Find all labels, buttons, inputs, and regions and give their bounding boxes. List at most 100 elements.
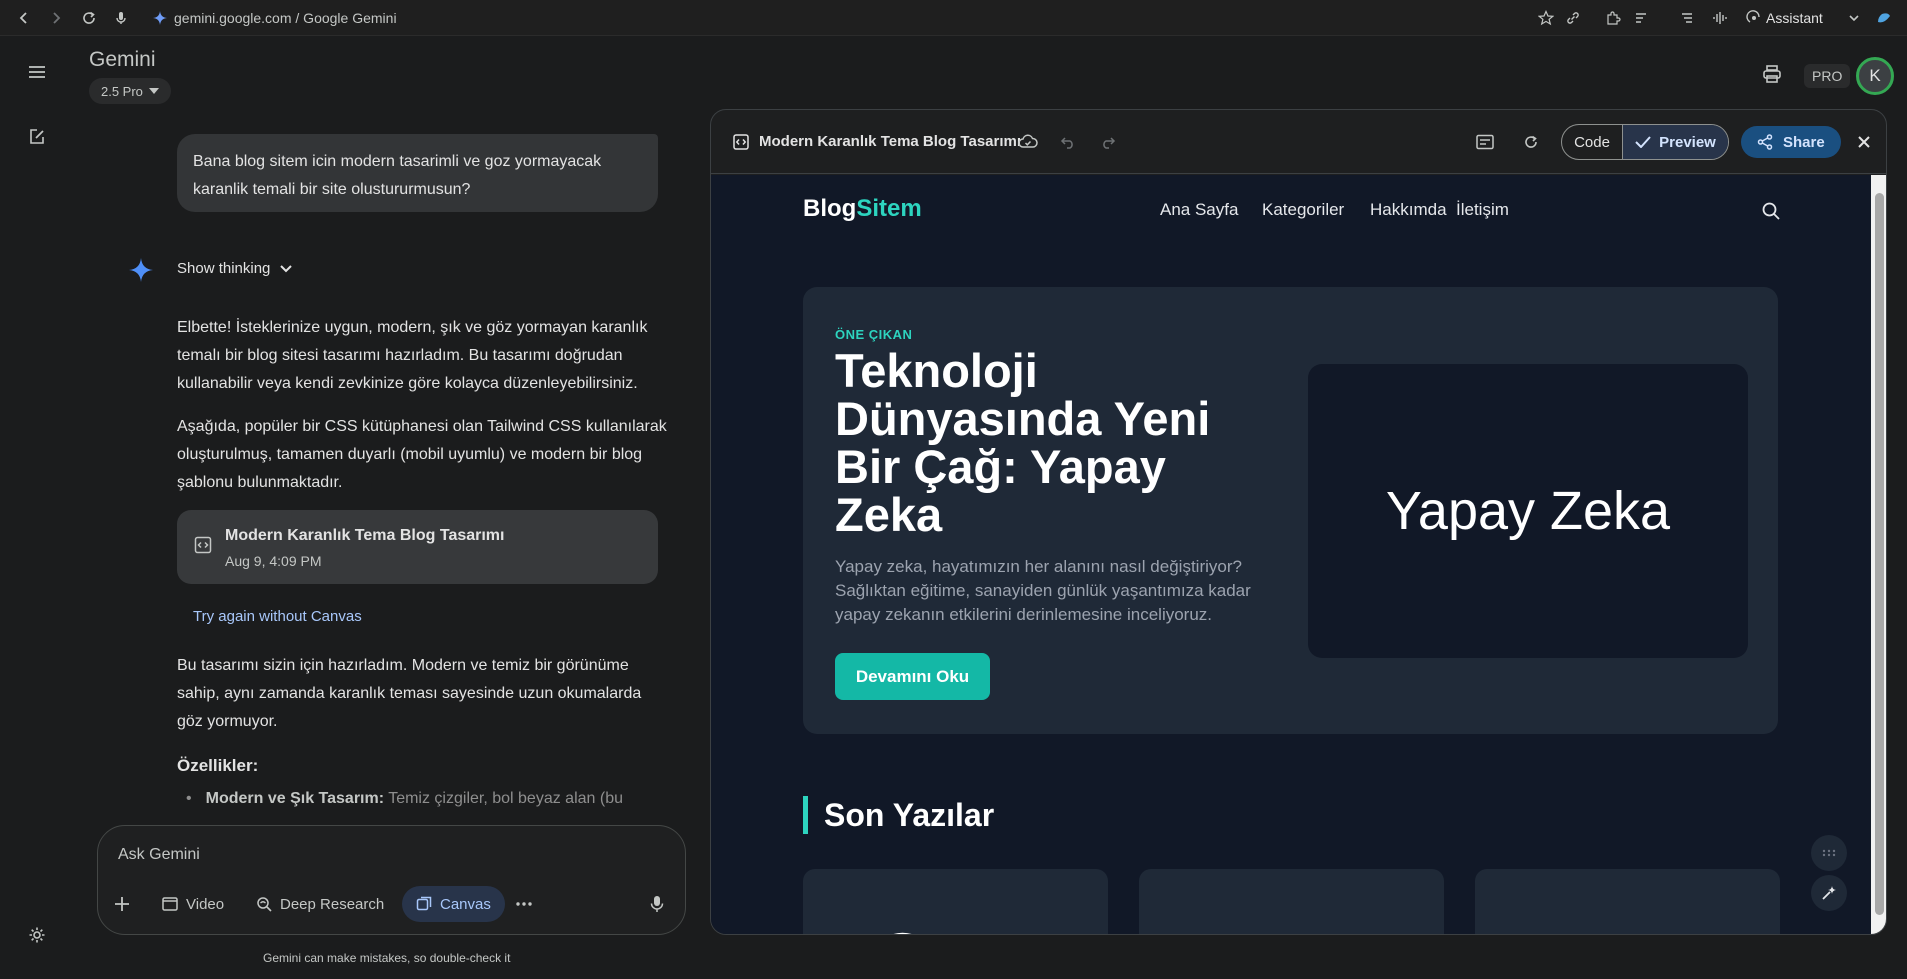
featured-hero: ÖNE ÇIKAN Teknoloji Dünyasında Yeni Bir … <box>803 287 1778 734</box>
audio-waveform-icon[interactable] <box>1710 8 1730 28</box>
left-rail <box>0 37 74 979</box>
add-icon[interactable] <box>114 886 134 922</box>
user-message: Bana blog sitem icin modern tasarimli ve… <box>177 134 658 212</box>
deep-research-label: Deep Research <box>280 895 385 913</box>
bullet-bold: Modern ve Şık Tasarım: <box>205 790 385 807</box>
gemini-favicon-icon <box>150 8 170 28</box>
app-title: Gemini <box>89 48 156 71</box>
cloud-sync-icon[interactable] <box>1018 132 1038 152</box>
microphone-icon[interactable] <box>111 8 131 28</box>
forward-icon[interactable] <box>46 8 66 28</box>
canvas-tool-button[interactable]: Canvas <box>402 886 505 922</box>
try-again-link[interactable]: Try again without Canvas <box>193 608 362 625</box>
features-heading: Özellikler: <box>177 756 259 775</box>
check-icon <box>1635 136 1651 148</box>
code-document-icon <box>731 132 751 152</box>
hero-image-placeholder: Yapay Zeka <box>1308 364 1748 658</box>
search-icon[interactable] <box>1762 202 1780 220</box>
share-button[interactable]: Share <box>1741 126 1841 158</box>
post-card[interactable] <box>1475 869 1780 934</box>
printer-icon[interactable] <box>1762 64 1782 84</box>
undo-icon[interactable] <box>1058 132 1078 152</box>
preview-tab[interactable]: Preview <box>1622 125 1728 159</box>
nav-link-contact[interactable]: İletişim <box>1456 200 1509 220</box>
canvas-toolbar: Modern Karanlık Tema Blog Tasarımı Code … <box>711 110 1886 174</box>
model-selector[interactable]: 2.5 Pro <box>89 78 171 104</box>
nav-link-categories[interactable]: Kategoriler <box>1262 200 1344 220</box>
drag-handle-icon[interactable] <box>1811 835 1847 871</box>
deep-research-icon <box>256 896 272 912</box>
address-bar[interactable]: gemini.google.com / Google Gemini <box>174 10 397 26</box>
microphone-icon[interactable] <box>650 886 670 922</box>
prompt-input[interactable]: Ask Gemini <box>118 846 200 864</box>
chevron-down-icon[interactable] <box>1844 8 1864 28</box>
new-chat-icon[interactable] <box>25 125 49 149</box>
assistant-button[interactable]: Assistant <box>1766 10 1823 26</box>
redo-icon[interactable] <box>1098 132 1118 152</box>
read-more-button[interactable]: Devamını Oku <box>835 653 990 700</box>
share-label: Share <box>1783 133 1825 151</box>
prompt-input-box[interactable]: Ask Gemini Video Deep Research Canvas <box>97 825 686 935</box>
reload-icon[interactable] <box>79 8 99 28</box>
canvas-panel: Modern Karanlık Tema Blog Tasarımı Code … <box>710 109 1887 935</box>
hero-title: Teknoloji Dünyasında Yeni Bir Çağ: Yapay… <box>835 344 1211 541</box>
disclaimer-text: Gemini can make mistakes, so double-chec… <box>263 951 511 965</box>
canvas-title: Modern Karanlık Tema Blog Tasarımı <box>759 133 1022 150</box>
outline-icon[interactable] <box>1677 8 1697 28</box>
code-preview-toggle[interactable]: Code Preview <box>1561 124 1729 160</box>
show-thinking-toggle[interactable]: Show thinking <box>177 260 293 277</box>
bullet-text: Temiz çizgiler, bol beyaz alan (bu <box>384 790 623 807</box>
deep-research-button[interactable]: Deep Research <box>256 886 384 922</box>
back-icon[interactable] <box>14 8 34 28</box>
list-item: • Modern ve Şık Tasarım: Temiz çizgiler, … <box>186 790 623 808</box>
caret-down-icon <box>148 88 159 94</box>
post-card[interactable] <box>1139 869 1444 934</box>
scrollbar-thumb[interactable] <box>1875 193 1884 915</box>
bullet-dot: • <box>186 790 192 807</box>
nav-link-about[interactable]: Hakkımda <box>1370 200 1447 220</box>
close-icon[interactable] <box>1854 132 1874 152</box>
profile-extension-icon[interactable] <box>1874 8 1894 28</box>
logo-part-1: Blog <box>803 195 857 222</box>
link-icon[interactable] <box>1563 8 1583 28</box>
browser-toolbar: gemini.google.com / Google Gemini Assist… <box>0 0 1907 36</box>
logo-part-2: Sitem <box>856 195 922 222</box>
refresh-icon[interactable] <box>1521 132 1541 152</box>
response-paragraph: Elbette! İsteklerinize uygun, modern, şı… <box>177 319 648 392</box>
response-paragraph: Bu tasarımı sizin için hazırladım. Moder… <box>177 657 642 730</box>
console-icon[interactable] <box>1475 132 1495 152</box>
canvas-document-card[interactable]: Modern Karanlık Tema Blog Tasarımı Aug 9… <box>177 510 658 584</box>
canvas-icon <box>416 896 432 912</box>
video-label: Video <box>186 895 225 913</box>
code-tab[interactable]: Code <box>1562 125 1622 159</box>
canvas-label: Canvas <box>440 895 491 913</box>
preview-label: Preview <box>1659 133 1716 151</box>
site-logo[interactable]: BlogSitem <box>803 195 922 223</box>
document-title: Modern Karanlık Tema Blog Tasarımı <box>225 527 505 544</box>
extensions-icon[interactable] <box>1603 8 1623 28</box>
ai-edit-sparkle-icon[interactable] <box>1811 875 1847 911</box>
video-tool-button[interactable]: Video <box>162 886 224 922</box>
post-card[interactable] <box>803 869 1108 934</box>
section-title: Son Yazılar <box>803 796 994 834</box>
assistant-icon[interactable] <box>1744 8 1764 28</box>
settings-gear-icon[interactable] <box>25 923 49 947</box>
post-image-placeholder <box>893 932 911 934</box>
video-icon <box>162 897 178 911</box>
gemini-spark-icon <box>127 256 155 284</box>
site-preview: BlogSitem Ana Sayfa Kategoriler Hakkımda… <box>711 175 1871 934</box>
menu-icon[interactable] <box>25 60 49 84</box>
chevron-down-icon <box>280 264 293 273</box>
document-date: Aug 9, 4:09 PM <box>225 553 322 569</box>
bookmark-star-icon[interactable] <box>1536 8 1556 28</box>
more-tools-icon[interactable] <box>516 886 536 922</box>
avatar[interactable]: K <box>1856 57 1894 95</box>
featured-tag: ÖNE ÇIKAN <box>835 327 913 342</box>
show-thinking-label: Show thinking <box>177 260 271 277</box>
share-icon <box>1757 134 1773 150</box>
reading-mode-icon[interactable] <box>1631 8 1651 28</box>
hero-description: Yapay zeka, hayatımızın her alanını nası… <box>835 557 1251 624</box>
nav-link-home[interactable]: Ana Sayfa <box>1160 200 1238 220</box>
response-paragraph: Aşağıda, popüler bir CSS kütüphanesi ola… <box>177 418 667 491</box>
preview-scrollbar[interactable] <box>1871 175 1886 934</box>
